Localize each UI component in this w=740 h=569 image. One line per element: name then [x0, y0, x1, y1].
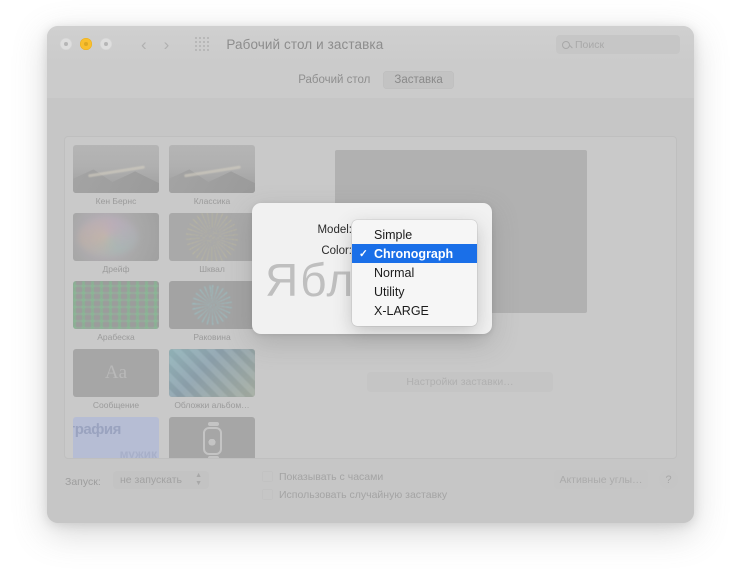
traffic-lights [60, 38, 112, 50]
screensaver-list[interactable]: Кен Бернс Классика Дрейф Шквал Арабеска … [65, 137, 270, 458]
screensaver-thumbnail [169, 349, 255, 397]
list-item[interactable]: Обложки альбом… [169, 349, 255, 410]
menu-item-label: Utility [374, 284, 405, 299]
menu-item-label: Simple [374, 227, 413, 242]
tab-desktop[interactable]: Рабочий стол [287, 71, 381, 89]
checkbox-box[interactable] [262, 471, 273, 482]
search-field[interactable]: Поиск [556, 35, 680, 54]
screensaver-thumbnail [169, 417, 255, 458]
menu-item-xlarge[interactable]: X-LARGE [352, 301, 477, 320]
screensaver-label: Раковина [193, 332, 231, 342]
search-placeholder: Поиск [575, 38, 605, 51]
screensaver-label: Обложки альбом… [174, 400, 250, 410]
launch-label: Запуск: [65, 476, 101, 488]
menu-item-label: Normal [374, 265, 415, 280]
screensaver-label: Кен Бернс [95, 196, 137, 206]
menu-item-label: X-LARGE [374, 303, 429, 318]
list-item[interactable]: Раковина [169, 281, 255, 342]
screensaver-thumbnail [73, 145, 159, 193]
minimize-button[interactable] [80, 38, 92, 50]
checkbox-show-with-clock[interactable]: Показывать с часами [262, 471, 383, 483]
list-item-selected[interactable]: Watch OSX [169, 417, 255, 458]
model-dropdown-menu[interactable]: Simple ✓ Chronograph Normal Utility X-LA… [352, 220, 477, 326]
list-item[interactable]: Дрейф [73, 213, 159, 274]
model-label: Model: [317, 224, 352, 236]
search-icon [562, 40, 570, 49]
checkbox-label: Использовать случайную заставку [279, 489, 448, 501]
screensaver-thumbnail [169, 281, 255, 329]
menu-item-normal[interactable]: Normal [352, 263, 477, 282]
bottom-controls: Запуск: не запускать ▲ ▼ Показывать с час… [47, 470, 694, 523]
screensaver-label: Дрейф [102, 264, 130, 274]
screensaver-label: Сообщение [92, 400, 140, 410]
list-item[interactable]: Слово дня [73, 417, 159, 458]
menu-item-simple[interactable]: Simple [352, 225, 477, 244]
tab-screensaver[interactable]: Заставка [383, 71, 454, 89]
list-item[interactable]: Кен Бернс [73, 145, 159, 206]
message-glyph: Aa [104, 362, 128, 383]
menu-item-label: Chronograph [374, 246, 454, 261]
screenshot-root: ‹ › Рабочий стол и заставка Поиск Рабочи… [0, 0, 740, 569]
chevron-updown-icon: ▲ ▼ [195, 472, 202, 487]
screensaver-label: Классика [193, 196, 231, 206]
checkbox-label: Показывать с часами [279, 471, 384, 483]
forward-icon[interactable]: › [164, 36, 170, 53]
screensaver-thumbnail [169, 213, 255, 261]
back-icon[interactable]: ‹ [141, 36, 147, 53]
screensaver-thumbnail [169, 145, 255, 193]
launch-value: не запускать [120, 474, 182, 486]
screensaver-label: Шквал [199, 264, 225, 274]
tab-bar: Рабочий стол Заставка [47, 62, 694, 98]
apps-grid-icon[interactable] [195, 37, 210, 51]
screensaver-thumbnail: Aa [73, 349, 159, 397]
screensaver-label: Арабеска [97, 332, 135, 342]
page-title: Рабочий стол и заставка [226, 36, 384, 52]
zoom-button[interactable] [100, 38, 112, 50]
apple-watch-icon [202, 422, 222, 458]
list-item[interactable]: Арабеска [73, 281, 159, 342]
checkbox-random-screensaver[interactable]: Использовать случайную заставку [262, 489, 447, 501]
menu-item-chronograph[interactable]: ✓ Chronograph [352, 244, 477, 263]
screensaver-thumbnail [73, 281, 159, 329]
screensaver-thumbnail [73, 417, 159, 458]
help-button[interactable]: ? [659, 470, 678, 489]
checkbox-box[interactable] [262, 489, 273, 500]
close-button[interactable] [60, 38, 72, 50]
color-label: Color: [321, 245, 352, 257]
list-item[interactable]: Aa Сообщение [73, 349, 159, 410]
navigation-arrows: ‹ › [141, 36, 169, 53]
launch-select[interactable]: не запускать ▲ ▼ [113, 471, 209, 489]
screensaver-thumbnail [73, 213, 159, 261]
list-item[interactable]: Шквал [169, 213, 255, 274]
checkmark-icon: ✓ [359, 247, 368, 260]
screensaver-settings-button[interactable]: Настройки заставки… [367, 372, 553, 392]
menu-item-utility[interactable]: Utility [352, 282, 477, 301]
hot-corners-button[interactable]: Активные углы… [554, 470, 648, 489]
window-titlebar: ‹ › Рабочий стол и заставка Поиск [47, 26, 694, 62]
list-item[interactable]: Классика [169, 145, 255, 206]
